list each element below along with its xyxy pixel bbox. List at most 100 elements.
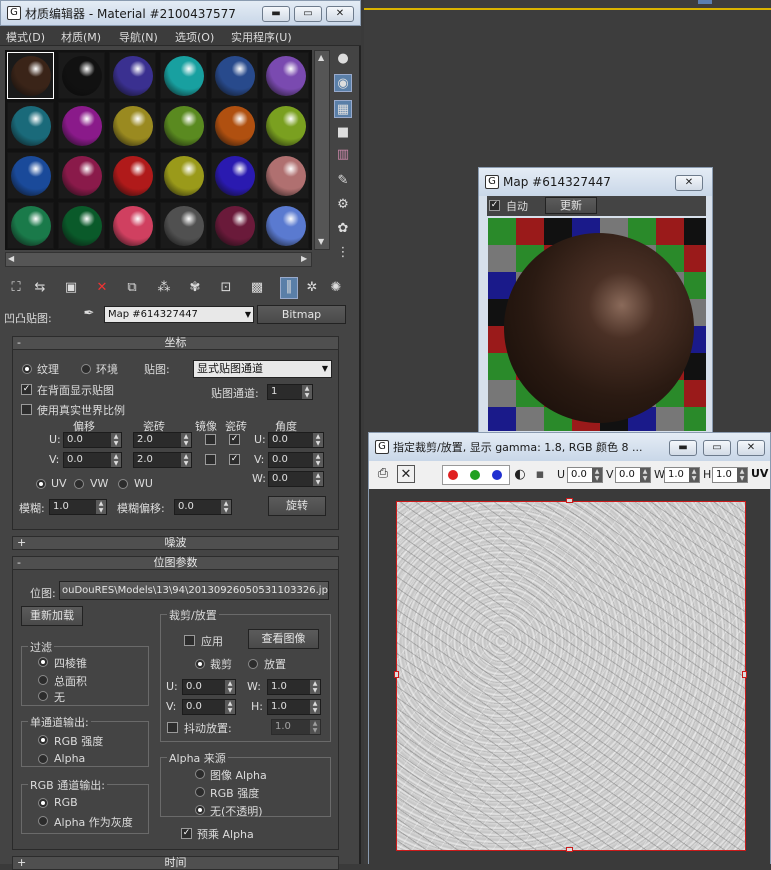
crop-handle-top[interactable] bbox=[566, 498, 573, 503]
sample-slot[interactable] bbox=[7, 102, 54, 149]
menu-mode[interactable]: 模式(D) bbox=[6, 29, 45, 45]
blue-channel-icon[interactable] bbox=[492, 470, 502, 480]
rotate-button[interactable]: 旋转 bbox=[268, 496, 326, 516]
sample-slot[interactable] bbox=[262, 52, 309, 99]
crop-handle-left[interactable] bbox=[394, 671, 399, 678]
put-to-library-icon[interactable]: ✾ bbox=[186, 279, 204, 297]
sample-slot[interactable] bbox=[211, 152, 258, 199]
menu-material[interactable]: 材质(M) bbox=[61, 29, 101, 45]
crop-w-spinner[interactable]: 1.0 ▲ ▼ bbox=[267, 679, 321, 695]
coordinates-header[interactable]: - 坐标 bbox=[12, 336, 339, 350]
bitmap-params-header[interactable]: - 位图参数 bbox=[12, 556, 339, 570]
close-icon[interactable]: ✕ bbox=[675, 175, 703, 191]
uv-tiling-icon[interactable]: ■ bbox=[334, 124, 352, 142]
spinner-arrows-icon[interactable]: ▲ ▼ bbox=[640, 468, 650, 482]
v-tiling-spinner[interactable]: 2.0 ▲ ▼ bbox=[133, 452, 192, 468]
sample-slot[interactable] bbox=[211, 202, 258, 249]
spinner-arrows-icon[interactable]: ▲ ▼ bbox=[313, 472, 323, 486]
alpha-as-gray-radio[interactable] bbox=[38, 816, 48, 826]
sample-slot[interactable] bbox=[58, 52, 105, 99]
u-angle-spinner[interactable]: 0.0 ▲ ▼ bbox=[268, 432, 324, 448]
sample-slot[interactable] bbox=[262, 152, 309, 199]
green-channel-icon[interactable] bbox=[470, 470, 480, 480]
spinner-arrows-icon[interactable]: ▲ ▼ bbox=[592, 468, 602, 482]
spinner-arrows-icon[interactable]: ▲ ▼ bbox=[225, 680, 235, 694]
video-color-check-icon[interactable]: ▥ bbox=[334, 146, 352, 164]
blur-offset-spinner[interactable]: 0.0 ▲ ▼ bbox=[174, 499, 232, 515]
spinner-arrows-icon[interactable]: ▲ ▼ bbox=[313, 433, 323, 447]
map-preview-titlebar[interactable]: G Map #614327447 ✕ bbox=[479, 168, 712, 196]
sample-slot[interactable] bbox=[160, 52, 207, 99]
chevron-down-icon[interactable]: ▼ bbox=[245, 307, 251, 322]
minimize-icon[interactable]: ▬ bbox=[669, 440, 697, 456]
image-alpha-radio[interactable] bbox=[195, 769, 205, 779]
auto-update-checkbox[interactable]: ✓ bbox=[489, 200, 500, 211]
spinner-arrows-icon[interactable]: ▲ ▼ bbox=[302, 385, 312, 399]
spinner-arrows-icon[interactable]: ▲ ▼ bbox=[111, 453, 121, 467]
map-channel-spinner[interactable]: 1 ▲ ▼ bbox=[267, 384, 313, 400]
sample-slot[interactable] bbox=[211, 102, 258, 149]
clear-icon[interactable]: ✕ bbox=[397, 465, 415, 483]
opaque-radio[interactable] bbox=[195, 805, 205, 815]
crop-handle-bottom[interactable] bbox=[566, 847, 573, 852]
scroll-right-icon[interactable]: ▶ bbox=[301, 254, 307, 263]
close-icon[interactable]: ✕ bbox=[326, 6, 354, 22]
u-offset-spinner[interactable]: 0.0 ▲ ▼ bbox=[63, 432, 122, 448]
sample-slot[interactable] bbox=[160, 152, 207, 199]
spinner-arrows-icon[interactable]: ▲ ▼ bbox=[737, 468, 747, 482]
toolbar-w-spinner[interactable]: 1.0 ▲ ▼ bbox=[664, 467, 700, 483]
sample-slot[interactable] bbox=[109, 202, 156, 249]
blur-spinner[interactable]: 1.0 ▲ ▼ bbox=[49, 499, 107, 515]
mono-rgb-intensity-radio[interactable] bbox=[38, 735, 48, 745]
chevron-down-icon[interactable]: ▼ bbox=[322, 361, 328, 377]
alpha-channel-icon[interactable]: ◐ bbox=[511, 466, 529, 484]
w-angle-spinner[interactable]: 0.0 ▲ ▼ bbox=[268, 471, 324, 487]
rgb-output-radio[interactable] bbox=[38, 798, 48, 808]
jitter-spinner[interactable]: 1.0 ▲ ▼ bbox=[271, 719, 321, 735]
map-name-select[interactable]: Map #614327447 ▼ bbox=[104, 306, 254, 323]
crop-radio[interactable] bbox=[195, 659, 205, 669]
spinner-arrows-icon[interactable]: ▲ ▼ bbox=[310, 680, 320, 694]
spinner-arrows-icon[interactable]: ▲ ▼ bbox=[111, 433, 121, 447]
spinner-arrows-icon[interactable]: ▲ ▼ bbox=[313, 453, 323, 467]
crop-v-spinner[interactable]: 0.0 ▲ ▼ bbox=[182, 699, 236, 715]
spinner-arrows-icon[interactable]: ▲ ▼ bbox=[181, 433, 191, 447]
make-unique-icon[interactable]: ⁂ bbox=[155, 279, 173, 297]
show-map-in-viewport-icon[interactable]: ▩ bbox=[248, 279, 266, 297]
sample-slot[interactable] bbox=[109, 52, 156, 99]
apply-crop-checkbox[interactable] bbox=[184, 635, 195, 646]
close-icon[interactable]: ✕ bbox=[737, 440, 765, 456]
spinner-arrows-icon[interactable]: ▲ ▼ bbox=[96, 500, 106, 514]
v-angle-spinner[interactable]: 0.0 ▲ ▼ bbox=[268, 452, 324, 468]
sample-slot[interactable] bbox=[262, 102, 309, 149]
sample-slot[interactable] bbox=[7, 152, 54, 199]
eyedropper-icon[interactable]: ✒ bbox=[80, 305, 98, 323]
scroll-left-icon[interactable]: ◀ bbox=[8, 254, 14, 263]
crop-handle-right[interactable] bbox=[742, 671, 747, 678]
sample-slot[interactable] bbox=[160, 202, 207, 249]
red-channel-icon[interactable] bbox=[448, 470, 458, 480]
options-icon[interactable]: ⚙ bbox=[334, 196, 352, 214]
maximize-icon[interactable]: ▭ bbox=[294, 6, 322, 22]
go-to-parent-icon[interactable]: ✲ bbox=[303, 279, 321, 297]
noise-header[interactable]: + 噪波 bbox=[12, 536, 339, 550]
update-button[interactable]: 更新 bbox=[545, 197, 597, 214]
slots-hscrollbar[interactable]: ◀ ▶ bbox=[5, 252, 312, 267]
show-end-result-icon[interactable]: ‖ bbox=[280, 277, 298, 299]
sample-slot[interactable] bbox=[211, 52, 258, 99]
alpha-rgb-intensity-radio[interactable] bbox=[195, 787, 205, 797]
scroll-down-icon[interactable]: ▼ bbox=[318, 237, 324, 246]
spinner-arrows-icon[interactable]: ▲ ▼ bbox=[221, 500, 231, 514]
assign-to-selection-icon[interactable]: ▣ bbox=[62, 279, 80, 297]
make-preview-icon[interactable]: ✎ bbox=[334, 172, 352, 190]
show-map-on-back-checkbox[interactable]: ✓ bbox=[21, 384, 32, 395]
u-tile-checkbox[interactable]: ✓ bbox=[229, 434, 240, 445]
uv-radio[interactable] bbox=[36, 479, 46, 489]
background-icon[interactable]: ▦ bbox=[334, 100, 352, 118]
monochrome-icon[interactable]: ▪ bbox=[531, 466, 549, 484]
sample-slot[interactable] bbox=[262, 202, 309, 249]
sample-type-icon[interactable]: ● bbox=[334, 50, 352, 68]
crop-h-spinner[interactable]: 1.0 ▲ ▼ bbox=[267, 699, 321, 715]
sample-slot[interactable] bbox=[109, 102, 156, 149]
spinner-arrows-icon[interactable]: ▲ ▼ bbox=[225, 700, 235, 714]
